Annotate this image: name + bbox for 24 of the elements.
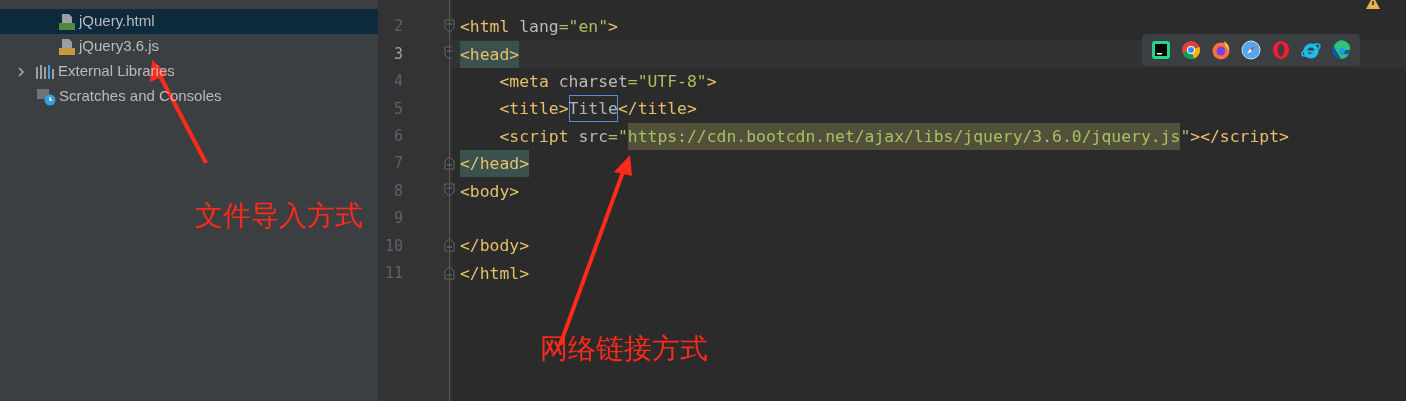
code-line: <body> bbox=[460, 180, 520, 203]
code-line: </html> bbox=[460, 262, 530, 285]
firefox-icon[interactable] bbox=[1210, 39, 1232, 61]
fold-marker-icon[interactable] bbox=[444, 155, 455, 170]
fold-marker-icon[interactable] bbox=[444, 183, 455, 198]
code-line: </body> bbox=[460, 235, 530, 258]
fold-marker-icon[interactable] bbox=[444, 238, 455, 253]
warning-icon[interactable] bbox=[1365, 0, 1381, 10]
compass-icon[interactable] bbox=[1240, 39, 1262, 61]
code-line: <meta charset="UTF-8"> bbox=[498, 70, 717, 93]
fold-marker-icon[interactable] bbox=[444, 265, 455, 280]
library-icon bbox=[35, 63, 55, 80]
tree-item[interactable]: jQuery.html bbox=[0, 9, 378, 34]
opera-icon[interactable] bbox=[1270, 39, 1292, 61]
html-file-icon bbox=[58, 12, 76, 31]
annotation-label: 文件导入方式 bbox=[195, 199, 363, 233]
code-line: <html lang="en"> bbox=[460, 16, 618, 39]
scratch-console-icon bbox=[36, 87, 56, 106]
tree-item[interactable]: jQuery3.6.js bbox=[0, 34, 378, 59]
chrome-icon[interactable] bbox=[1180, 39, 1202, 61]
line-number: 3 bbox=[392, 43, 403, 65]
js-file-icon bbox=[58, 37, 76, 56]
edge-icon[interactable] bbox=[1330, 39, 1352, 61]
fold-marker-icon[interactable] bbox=[444, 19, 455, 33]
